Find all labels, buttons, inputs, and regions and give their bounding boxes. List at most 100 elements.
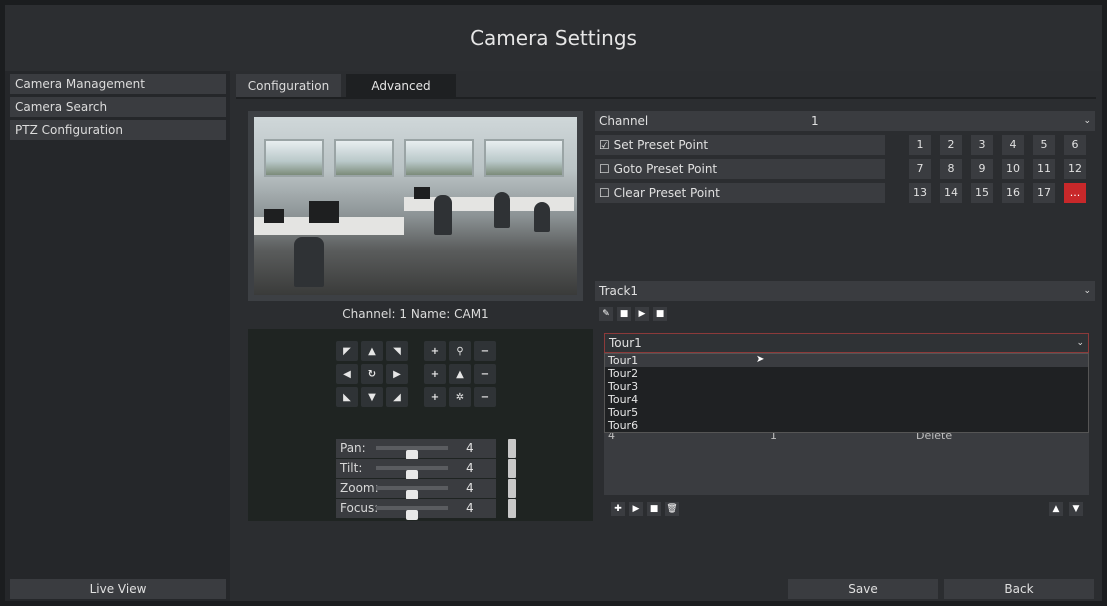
chevron-down-icon: ⌄ [1083,286,1091,296]
ptz-up-button[interactable]: ▲ [361,341,383,361]
iris-close-button[interactable]: − [474,387,496,407]
sidebar-item-ptz-configuration[interactable]: PTZ Configuration [10,120,226,140]
tilt-slider-row: Tilt: 4 [336,459,496,480]
tour-option[interactable]: Tour1 [605,354,1088,367]
tilt-value: 4 [466,461,474,475]
tour-select[interactable]: Tour1 ⌄ [604,333,1089,353]
tab-configuration[interactable]: Configuration [236,74,341,98]
sidebar-item-camera-search[interactable]: Camera Search [10,97,226,117]
sidebar-item-camera-management[interactable]: Camera Management [10,74,226,94]
pan-value: 4 [466,441,474,455]
mouse-cursor-icon: ➤ [756,354,765,365]
preset-number-button[interactable]: 14 [940,183,962,203]
clear-preset-row[interactable]: ☐ Clear Preset Point [595,183,885,203]
preset-number-button[interactable]: 1 [909,135,931,155]
set-preset-label: Set Preset Point [613,138,709,152]
preset-number-button[interactable]: 8 [940,159,962,179]
focus-value: 4 [466,501,474,515]
zoom-in-button[interactable]: + [424,341,446,361]
tour-option[interactable]: Tour2 [605,367,1088,380]
ptz-down-left-button[interactable]: ◣ [336,387,358,407]
move-up-button[interactable]: ▲ [1049,502,1063,516]
ptz-up-right-button[interactable]: ◥ [386,341,408,361]
ptz-right-button[interactable]: ▶ [386,364,408,384]
pan-slider-row: Pan: 4 [336,439,496,460]
pan-slider[interactable] [376,446,448,460]
pan-spinner[interactable] [508,439,516,458]
save-track-button[interactable]: ■ [617,307,631,321]
preset-number-button[interactable]: 5 [1033,135,1055,155]
ptz-control-panel: ◤ ▲ ◥ + ⚲ − ◀ ↻ ▶ + ▲ − ◣ ▼ ◢ + ✲ − Pan:… [248,329,593,521]
focus-out-button[interactable]: − [474,364,496,384]
track-select[interactable]: Track1 ⌄ [595,281,1095,301]
tour-option[interactable]: Tour3 [605,380,1088,393]
preset-number-button[interactable]: 10 [1002,159,1024,179]
zoom-label: Zoom: [340,481,379,495]
preview-caption: Channel: 1 Name: CAM1 [342,307,489,321]
focus-slider-row: Focus: 4 [336,499,496,520]
tour-option[interactable]: Tour4 [605,393,1088,406]
preset-number-button[interactable]: 2 [940,135,962,155]
preset-number-button[interactable]: 4 [1002,135,1024,155]
channel-select[interactable]: Channel 1 ⌄ [595,111,1095,131]
stop-tour-button[interactable]: ■ [647,502,661,516]
preset-number-button[interactable]: 13 [909,183,931,203]
focus-in-button[interactable]: + [424,364,446,384]
preset-number-button[interactable]: 7 [909,159,931,179]
live-view-button[interactable]: Live View [10,579,226,599]
goto-preset-checkbox[interactable]: ☐ [599,162,610,176]
save-button[interactable]: Save [788,579,938,599]
preset-number-button[interactable]: 12 [1064,159,1086,179]
tilt-slider[interactable] [376,466,448,480]
camera-preview-image [254,117,577,295]
focus-slider[interactable] [376,506,448,520]
ptz-down-right-button[interactable]: ◢ [386,387,408,407]
chevron-down-icon: ⌄ [1083,116,1091,126]
preset-number-button[interactable]: 17 [1033,183,1055,203]
zoom-slider[interactable] [376,486,448,500]
set-preset-checkbox[interactable]: ☑ [599,138,610,152]
preset-number-button[interactable]: 6 [1064,135,1086,155]
zoom-out-button[interactable]: − [474,341,496,361]
clear-preset-checkbox[interactable]: ☐ [599,186,610,200]
tilt-spinner[interactable] [508,459,516,478]
add-tour-button[interactable]: ✚ [611,502,625,516]
set-preset-row[interactable]: ☑ Set Preset Point [595,135,885,155]
tab-divider [236,97,1096,99]
iris-icon: ✲ [449,387,471,407]
move-down-button[interactable]: ▼ [1069,502,1083,516]
ptz-left-button[interactable]: ◀ [336,364,358,384]
preset-number-button[interactable]: 9 [971,159,993,179]
channel-value: 1 [811,114,819,128]
iris-open-button[interactable]: + [424,387,446,407]
preset-number-button[interactable]: 3 [971,135,993,155]
goto-preset-row[interactable]: ☐ Goto Preset Point [595,159,885,179]
tour-selected: Tour1 [609,336,642,350]
clear-preset-label: Clear Preset Point [613,186,720,200]
channel-label: Channel [599,114,649,128]
zoom-value: 4 [466,481,474,495]
play-track-button[interactable]: ▶ [635,307,649,321]
ptz-down-button[interactable]: ▼ [361,387,383,407]
focus-slider-handle[interactable] [406,510,418,520]
focus-spinner[interactable] [508,499,516,518]
edit-track-button[interactable]: ✎ [599,307,613,321]
focus-label: Focus: [340,501,379,515]
tour-option[interactable]: Tour6 [605,419,1088,432]
tour-option[interactable]: Tour5 [605,406,1088,419]
preset-number-button[interactable]: 11 [1033,159,1055,179]
more-presets-button[interactable]: ... [1064,183,1086,203]
ptz-auto-button[interactable]: ↻ [361,364,383,384]
main-panel: Configuration Advanced Channel: 1 Name: … [231,71,1102,601]
preset-number-button[interactable]: 15 [971,183,993,203]
preset-number-button[interactable]: 16 [1002,183,1024,203]
back-button[interactable]: Back [944,579,1094,599]
stop-track-button[interactable]: ■ [653,307,667,321]
tab-advanced[interactable]: Advanced [346,74,456,98]
focus-icon: ▲ [449,364,471,384]
zoom-spinner[interactable] [508,479,516,498]
tilt-label: Tilt: [340,461,363,475]
ptz-up-left-button[interactable]: ◤ [336,341,358,361]
play-tour-button[interactable]: ▶ [629,502,643,516]
delete-tour-button[interactable]: 🗑 [665,502,679,516]
